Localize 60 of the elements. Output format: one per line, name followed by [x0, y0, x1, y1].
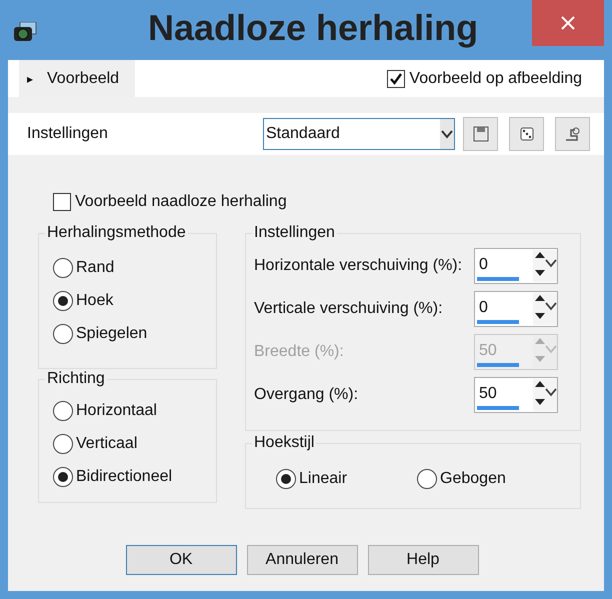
- field-label: Horizontale verschuiving (%):: [254, 256, 464, 276]
- expand-arrow: ▸: [27, 70, 33, 88]
- radio-label: Spiegelen: [76, 324, 148, 344]
- reset-button[interactable]: [555, 117, 590, 151]
- radio-label: Hoek: [76, 290, 114, 310]
- dice-icon: [518, 126, 534, 142]
- checkbox[interactable]: [387, 70, 406, 88]
- checkmark-icon: [389, 72, 404, 86]
- group-title: Herhalingsmethode: [45, 223, 188, 243]
- preview-toggle[interactable]: ▸ Voorbeeld: [19, 60, 135, 97]
- group-title: Richting: [45, 369, 107, 389]
- radio-label: Bidirectioneel: [76, 466, 172, 486]
- presets-label: Instellingen: [27, 124, 109, 144]
- radio-button[interactable]: [417, 469, 438, 489]
- random-button[interactable]: [509, 117, 544, 151]
- dialog-button[interactable]: OK: [126, 545, 236, 575]
- spin-field[interactable]: 50: [474, 376, 558, 412]
- radio-button[interactable]: [53, 434, 73, 454]
- slider-bar: [477, 320, 519, 324]
- save-button[interactable]: [463, 117, 498, 151]
- checkbox-label: Voorbeeld op afbeelding: [409, 68, 582, 88]
- close-icon: [561, 16, 575, 30]
- radio-label: Rand: [76, 258, 114, 278]
- spin-arrows-icon[interactable]: [533, 292, 557, 324]
- dialog-button[interactable]: Annuleren: [246, 545, 358, 575]
- spin-arrows-icon[interactable]: [533, 250, 557, 282]
- group-title: Instellingen: [252, 223, 337, 243]
- radio-label: Gebogen: [440, 469, 506, 489]
- preset-dropdown[interactable]: Standaard: [263, 118, 455, 150]
- field-label: Breedte (%):: [254, 342, 345, 362]
- radio-label: Verticaal: [76, 434, 138, 454]
- field-value: 50: [479, 384, 497, 404]
- checkbox[interactable]: [53, 193, 71, 211]
- spin-field[interactable]: 0: [474, 248, 558, 284]
- window-title: Naadloze herhaling: [148, 6, 478, 50]
- radio-button[interactable]: [53, 290, 73, 310]
- radio-button[interactable]: [53, 466, 73, 486]
- chevron-down-icon: [440, 119, 454, 149]
- dropdown-value: Standaard: [265, 124, 340, 144]
- slider-bar: [477, 406, 519, 410]
- radio-button[interactable]: [53, 400, 73, 420]
- group-title: Hoekstijl: [252, 433, 316, 453]
- radio-label: Lineair: [299, 469, 348, 489]
- spin-field[interactable]: 0: [474, 290, 558, 326]
- radio-button[interactable]: [53, 258, 73, 278]
- preview-label: Voorbeeld: [47, 68, 120, 88]
- field-value: 0: [479, 254, 488, 274]
- field-label: Overgang (%):: [254, 384, 360, 404]
- camera-icon: [14, 22, 38, 42]
- radio-button[interactable]: [276, 469, 296, 489]
- checkbox-label: Voorbeeld naadloze herhaling: [75, 192, 287, 212]
- spin-arrows-icon[interactable]: [533, 378, 557, 410]
- dialog-button[interactable]: Help: [368, 545, 478, 575]
- slider-bar: [477, 362, 519, 366]
- slider-bar: [477, 276, 519, 280]
- radio-button[interactable]: [53, 324, 73, 344]
- field-value: 50: [479, 340, 497, 360]
- field-value: 0: [479, 298, 488, 318]
- field-label: Verticale verschuiving (%):: [254, 298, 444, 318]
- radio-label: Horizontaal: [76, 400, 157, 420]
